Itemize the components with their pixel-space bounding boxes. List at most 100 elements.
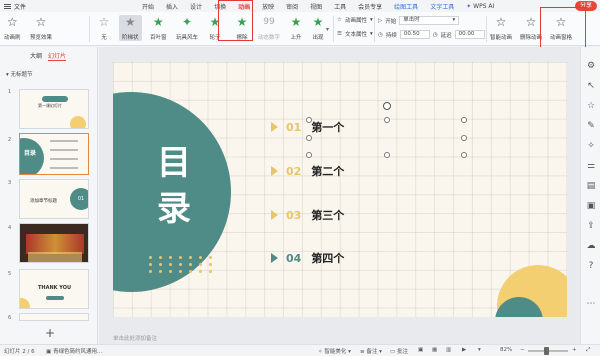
triangle-bullet-icon <box>271 122 278 132</box>
layers-icon[interactable]: ▤ <box>586 181 596 191</box>
resize-handle[interactable] <box>461 152 467 158</box>
resize-handle[interactable] <box>306 152 312 158</box>
anim-rise-label: 上升 <box>290 35 302 41</box>
pointer-icon[interactable]: ↖ <box>586 81 596 91</box>
delete-animation-button[interactable]: ☆ 删除动画 <box>520 15 542 41</box>
slide-canvas[interactable]: 目 录 01 第一个 02 第二个 03 第三个 04 第四个 <box>113 62 567 317</box>
start-select[interactable]: 单击时 ▾ <box>399 16 460 25</box>
tab-design[interactable]: 设计 <box>184 2 208 11</box>
brush-icon[interactable]: ✎ <box>586 121 596 131</box>
tab-drawing-tools[interactable]: 绘图工具 <box>388 2 424 11</box>
delete-animation-label: 删除动画 <box>520 35 543 41</box>
anim-props-dropdown[interactable]: ☆ 动画属性 ▾ <box>337 16 373 24</box>
status-bar: 幻灯片 2 / 6 ▣ 青绿色简约风通用... ✧ 智能美化 ▾ ≡ 备注 ▾ … <box>0 344 600 356</box>
reading-view-icon[interactable]: ▥ <box>446 347 451 353</box>
adjust-icon[interactable]: ⚌ <box>586 161 596 171</box>
play-menu-icon[interactable]: ▾ <box>478 347 481 353</box>
tab-member[interactable]: 会员专享 <box>352 2 388 11</box>
cloud-icon[interactable]: ☁ <box>586 241 596 251</box>
slide-number: 5 <box>8 271 12 277</box>
slide-thumbnail-4[interactable] <box>19 223 89 263</box>
slide-thumbnail-5[interactable]: THANK YOU <box>19 269 89 309</box>
text-props-label: 文本属性 <box>344 32 367 38</box>
slide-thumbnail-6[interactable] <box>19 313 89 321</box>
zoom-out-icon[interactable]: − <box>520 347 525 353</box>
anim-rise[interactable]: ★ 上升 <box>289 15 303 41</box>
slide-thumbnail-3[interactable]: 添加章节标题 01 <box>19 179 89 219</box>
wps-ai-button[interactable]: ✦ WPS AI <box>460 3 500 10</box>
zoom-slider-knob[interactable] <box>544 347 549 355</box>
tab-home[interactable]: 开始 <box>136 2 160 11</box>
resize-handle[interactable] <box>461 135 467 141</box>
delay-input[interactable]: 00.00 <box>454 30 485 39</box>
toc-item-3[interactable]: 03 第三个 <box>271 207 344 223</box>
magic-icon[interactable]: ✧ <box>586 141 596 151</box>
resize-handle[interactable] <box>306 117 312 123</box>
animation-ribbon: ☆ 动画刷 ☆ 预览效果 ☆ 无 ★ 阶梯状 ★ 百叶窗 ✦ 玩具风车 ★ 轮子… <box>0 12 600 46</box>
text-props-dropdown[interactable]: ☰ 文本属性 ▾ <box>337 30 373 38</box>
section-title[interactable]: ▾ 无标题节 <box>6 70 33 78</box>
tab-slides[interactable]: 幻灯片 <box>48 51 67 61</box>
fit-window-icon[interactable]: ⤢ <box>586 347 590 354</box>
toc-item-4[interactable]: 04 第四个 <box>271 250 344 266</box>
duration-input[interactable]: 00.50 <box>399 30 430 39</box>
star-icon[interactable]: ☆ <box>586 101 596 111</box>
tab-slideshow[interactable]: 放映 <box>256 2 280 11</box>
resize-handle[interactable] <box>384 152 390 158</box>
slide-position: 幻灯片 2 / 6 <box>4 349 35 355</box>
start-label: 开始 <box>385 18 397 25</box>
slide-thumbnail-1[interactable]: 第一课幻灯片 <box>19 89 89 129</box>
triangle-bullet-icon <box>271 166 278 176</box>
image-icon[interactable]: ▣ <box>586 201 596 211</box>
notes-toggle[interactable]: ≡ 备注 ▾ <box>360 347 382 355</box>
comment-toggle[interactable]: ▭ 批注 <box>390 347 408 355</box>
toc-heading[interactable]: 目 录 <box>157 140 191 232</box>
preview-effect-button[interactable]: ☆ 预览效果 <box>30 15 52 41</box>
help-icon[interactable]: ? <box>586 261 596 271</box>
resize-handle[interactable] <box>384 117 390 123</box>
rotate-handle[interactable] <box>383 102 391 110</box>
smart-animation-button[interactable]: ☆ 智能动画 <box>490 15 512 41</box>
theme-label: 青绿色简约风通用... <box>52 349 103 355</box>
delete-anim-icon: ☆ <box>525 15 537 29</box>
settings-icon[interactable]: ⚙ <box>586 61 596 71</box>
anim-pinwheel[interactable]: ✦ 玩具风车 <box>176 15 198 41</box>
section-title-label: 无标题节 <box>10 72 33 78</box>
tab-text-tools[interactable]: 文字工具 <box>424 2 460 11</box>
tab-outline[interactable]: 大纲 <box>30 51 42 61</box>
anim-step[interactable]: ★ 阶梯状 <box>119 15 142 41</box>
notes-placeholder[interactable]: 单击此处添加备注 <box>113 334 157 342</box>
resize-handle[interactable] <box>306 135 312 141</box>
smart-beautify-label: 智能美化 <box>324 349 347 355</box>
anim-blinds[interactable]: ★ 百叶窗 <box>150 15 167 41</box>
thumb-3-title: 添加章节标题 <box>30 199 57 204</box>
share-icon[interactable]: ⇪ <box>586 221 596 231</box>
more-icon[interactable]: ⋯ <box>586 299 596 309</box>
theme-name[interactable]: ▣ 青绿色简约风通用... <box>46 347 102 355</box>
tab-insert[interactable]: 插入 <box>160 2 184 11</box>
anim-none[interactable]: ☆ 无 <box>97 15 111 41</box>
tab-view[interactable]: 视图 <box>304 2 328 11</box>
slide-thumbnail-2[interactable]: 目录 <box>19 133 89 175</box>
tab-review[interactable]: 审阅 <box>280 2 304 11</box>
toc-item-2[interactable]: 02 第二个 <box>271 163 344 179</box>
tab-tools[interactable]: 工具 <box>328 2 352 11</box>
anim-counter-label: 动态数字 <box>258 35 281 41</box>
smart-beautify-button[interactable]: ✧ 智能美化 ▾ <box>318 347 351 355</box>
smart-anim-icon: ☆ <box>495 15 507 29</box>
zoom-in-icon[interactable]: + <box>572 347 577 353</box>
anim-counter[interactable]: 99 动态数字 <box>258 15 280 41</box>
text-props-icon: ☰ <box>337 31 342 37</box>
anim-appear[interactable]: ★ 出现 <box>311 15 325 41</box>
dot-pattern <box>149 256 215 273</box>
sorter-view-icon[interactable]: ▦ <box>432 347 437 353</box>
resize-handle[interactable] <box>461 117 467 123</box>
file-menu[interactable]: 文件 <box>0 2 26 11</box>
animation-painter-button[interactable]: ☆ 动画刷 <box>4 15 21 41</box>
hamburger-icon <box>4 3 11 9</box>
play-slideshow-icon[interactable]: ▶ <box>462 347 466 353</box>
gallery-expand-icon[interactable]: ▾ <box>326 26 329 33</box>
toc-number: 02 <box>286 164 302 178</box>
normal-view-icon[interactable]: ▣ <box>418 347 423 353</box>
add-slide-icon[interactable]: + <box>45 326 55 340</box>
